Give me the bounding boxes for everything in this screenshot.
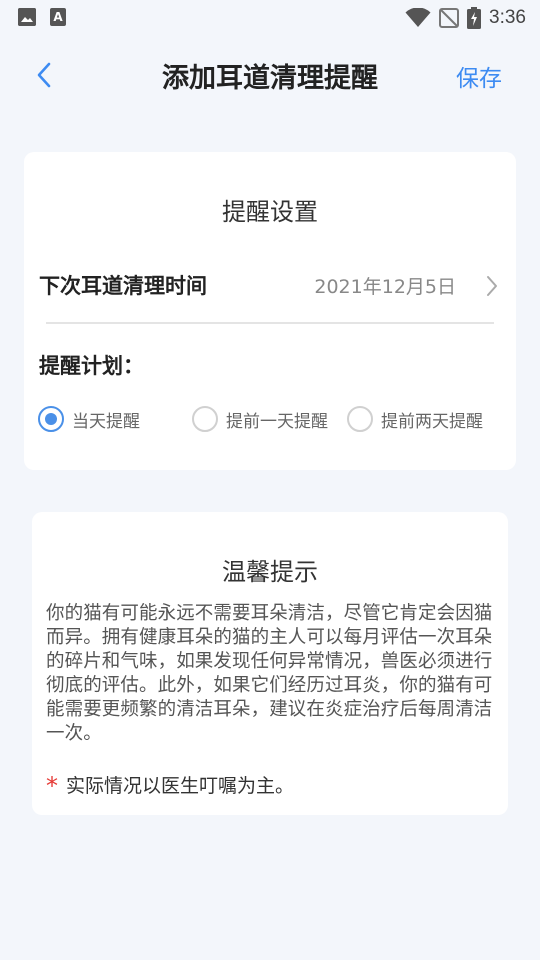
- next-clean-time-label: 下次耳道清理时间: [39, 274, 207, 298]
- radio-one-day-before[interactable]: 提前一天提醒: [192, 402, 328, 436]
- radio-checked-icon[interactable]: [38, 406, 64, 432]
- image-icon: [18, 8, 36, 26]
- clock-time: 3:36: [489, 7, 526, 28]
- next-clean-time-value: 2021年12月5日: [314, 276, 456, 298]
- required-asterisk-icon: *: [46, 772, 58, 800]
- save-button[interactable]: 保存: [456, 59, 502, 93]
- tips-card: 温馨提示 你的猫有可能永远不需要耳朵清洁，尽管它肯定会因猫而异。拥有健康耳朵的猫…: [32, 512, 508, 815]
- app-header: 添加耳道清理提醒 保存: [0, 48, 540, 102]
- battery-charging-icon: [467, 7, 482, 29]
- next-clean-time-row[interactable]: 下次耳道清理时间 2021年12月5日: [24, 262, 516, 314]
- tips-body: 你的猫有可能永远不需要耳朵清洁，尽管它肯定会因猫而异。拥有健康耳朵的猫的主人可以…: [46, 603, 493, 744]
- reminder-settings-title: 提醒设置: [222, 198, 318, 226]
- radio-unchecked-icon[interactable]: [347, 406, 373, 432]
- reminder-settings-card: 提醒设置 下次耳道清理时间 2021年12月5日 提醒计划： 当天提醒 提前一天…: [24, 152, 516, 470]
- tips-note-text: 实际情况以医生叮嘱为主。: [66, 774, 295, 797]
- wifi-icon: [405, 8, 431, 27]
- radio-two-days-before[interactable]: 提前两天提醒: [347, 402, 483, 436]
- chevron-right-icon: [487, 276, 497, 296]
- radio-two-days-before-label: 提前两天提醒: [381, 411, 483, 432]
- radio-same-day[interactable]: 当天提醒: [38, 402, 140, 436]
- divider: [46, 322, 494, 324]
- radio-unchecked-icon[interactable]: [192, 406, 218, 432]
- tips-title: 温馨提示: [222, 558, 318, 586]
- radio-same-day-label: 当天提醒: [72, 411, 140, 432]
- radio-one-day-before-label: 提前一天提醒: [226, 411, 328, 432]
- reminder-plan-label: 提醒计划：: [39, 354, 144, 378]
- status-bar: A 3:36: [0, 0, 540, 36]
- tips-note: * 实际情况以医生叮嘱为主。: [46, 770, 295, 800]
- text-a-icon: A: [50, 8, 66, 26]
- no-signal-icon: [439, 8, 460, 28]
